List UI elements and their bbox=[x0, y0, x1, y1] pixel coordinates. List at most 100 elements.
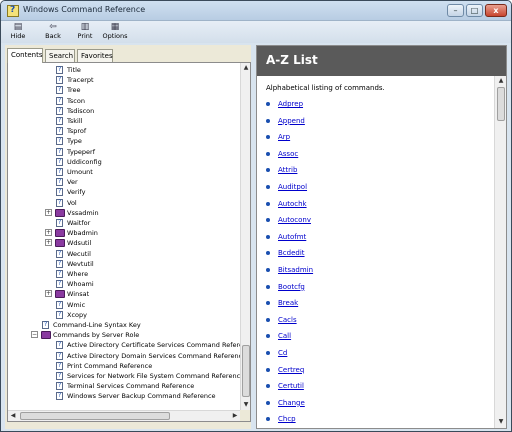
hide-label: Hide bbox=[10, 32, 26, 40]
expand-icon[interactable]: + bbox=[45, 239, 52, 247]
bullet-icon bbox=[266, 317, 270, 322]
tree-item-label: Tskill bbox=[67, 117, 83, 125]
tab-favorites[interactable]: Favorites bbox=[77, 49, 113, 62]
expand-icon[interactable]: + bbox=[45, 229, 52, 237]
minimize-button[interactable]: – bbox=[447, 4, 464, 17]
tree-item[interactable]: Active Directory Certificate Services Co… bbox=[8, 340, 240, 350]
maximize-button[interactable]: □ bbox=[466, 4, 483, 17]
command-link[interactable]: Autofmt bbox=[278, 232, 306, 242]
back-button[interactable]: ⇦ Back bbox=[41, 22, 65, 40]
content-vertical-scrollbar[interactable]: ▲ ▼ bbox=[494, 76, 506, 428]
tree-item[interactable]: Vol bbox=[8, 198, 240, 208]
tree-item-label: Wecutil bbox=[67, 249, 91, 258]
command-link[interactable]: Bcdedit bbox=[278, 248, 305, 258]
title-bar[interactable]: Windows Command Reference – □ x bbox=[1, 1, 511, 21]
expand-icon[interactable]: + bbox=[45, 208, 52, 216]
command-link[interactable]: Chcp bbox=[278, 414, 296, 424]
tree-item[interactable]: Waitfor bbox=[8, 218, 240, 228]
tree-item[interactable]: Uddiconfig bbox=[8, 157, 240, 167]
tree-item[interactable]: + Vssadmin bbox=[8, 208, 240, 218]
content-vertical-thumb[interactable] bbox=[497, 87, 505, 121]
tree-item[interactable]: Services for Network File System Command… bbox=[8, 371, 240, 381]
tree-item[interactable]: Where bbox=[8, 269, 240, 279]
tree-item[interactable]: Whoami bbox=[8, 279, 240, 289]
tree-item-label: Wevtutil bbox=[67, 259, 94, 268]
command-link[interactable]: Append bbox=[278, 116, 305, 126]
tree-vertical-scrollbar[interactable]: ▲ ▼ bbox=[240, 63, 250, 410]
tree-item[interactable]: Tscon bbox=[8, 96, 240, 106]
command-link[interactable]: Cacls bbox=[278, 315, 297, 325]
command-link[interactable]: Change bbox=[278, 398, 305, 408]
command-link[interactable]: Adprep bbox=[278, 99, 303, 109]
tree-item[interactable]: − Commands by Server Role bbox=[8, 330, 240, 340]
tree-item[interactable]: + Wbadmin bbox=[8, 228, 240, 238]
command-link[interactable]: Call bbox=[278, 331, 291, 341]
tree-item[interactable]: Wevtutil bbox=[8, 259, 240, 269]
command-link[interactable]: Attrib bbox=[278, 165, 297, 175]
hide-button[interactable]: ▤ Hide bbox=[7, 22, 29, 40]
bullet-icon bbox=[266, 384, 270, 389]
scroll-left-arrow-icon[interactable]: ◀ bbox=[8, 411, 18, 421]
tree-item[interactable]: Wecutil bbox=[8, 249, 240, 259]
tree-horizontal-scrollbar[interactable]: ◀ ▶ bbox=[8, 410, 240, 421]
tab-search[interactable]: Search bbox=[45, 49, 75, 62]
tree-item[interactable]: Title bbox=[8, 65, 240, 75]
command-link[interactable]: Bitsadmin bbox=[278, 265, 313, 275]
book-icon bbox=[55, 290, 65, 299]
tree-item[interactable]: Xcopy bbox=[8, 310, 240, 320]
tree-item[interactable]: Wmic bbox=[8, 300, 240, 310]
tree-item[interactable]: Terminal Services Command Reference bbox=[8, 381, 240, 391]
help-page-icon bbox=[56, 249, 63, 259]
tree-item[interactable]: Tree bbox=[8, 85, 240, 95]
tree-item[interactable]: Windows Server Backup Command Reference bbox=[8, 391, 240, 401]
back-label: Back bbox=[45, 32, 61, 40]
command-link[interactable]: Assoc bbox=[278, 149, 298, 159]
print-button[interactable]: ▥ Print bbox=[74, 22, 96, 40]
command-link[interactable]: Autoconv bbox=[278, 215, 311, 225]
tree-item[interactable]: Tskill bbox=[8, 116, 240, 126]
expand-icon[interactable]: + bbox=[45, 290, 52, 298]
content-scroll-down-arrow-icon[interactable]: ▼ bbox=[495, 417, 507, 427]
book-icon bbox=[55, 208, 65, 217]
content-scroll-up-arrow-icon[interactable]: ▲ bbox=[495, 76, 507, 86]
command-link[interactable]: Auditpol bbox=[278, 182, 307, 192]
tree-item-label: Vssadmin bbox=[67, 208, 99, 217]
scroll-up-arrow-icon[interactable]: ▲ bbox=[241, 63, 251, 73]
list-item: Certutil bbox=[266, 381, 486, 391]
tree-item[interactable]: Ver bbox=[8, 177, 240, 187]
tree-item[interactable]: Umount bbox=[8, 167, 240, 177]
tree-item[interactable]: Tsprof bbox=[8, 126, 240, 136]
tree-item[interactable]: Tsdiscon bbox=[8, 106, 240, 116]
tree-item[interactable]: Type bbox=[8, 136, 240, 146]
command-link[interactable]: Cd bbox=[278, 348, 287, 358]
tree-item[interactable]: Typeperf bbox=[8, 147, 240, 157]
tree-horizontal-thumb[interactable] bbox=[20, 412, 170, 420]
help-page-icon bbox=[56, 361, 63, 371]
tree-item[interactable]: Command-Line Syntax Key bbox=[8, 320, 240, 330]
command-link[interactable]: Bootcfg bbox=[278, 282, 305, 292]
tree-item[interactable]: + Wdsutil bbox=[8, 238, 240, 248]
bullet-icon bbox=[266, 168, 270, 173]
tree-item[interactable]: + Winsat bbox=[8, 289, 240, 299]
tab-contents[interactable]: Contents bbox=[7, 48, 43, 63]
command-link[interactable]: Certutil bbox=[278, 381, 304, 391]
list-item: Bitsadmin bbox=[266, 265, 486, 275]
collapse-icon[interactable]: − bbox=[31, 331, 38, 339]
command-link[interactable]: Certreq bbox=[278, 365, 304, 375]
command-link[interactable]: Arp bbox=[278, 132, 290, 142]
tree-item-label: Waitfor bbox=[67, 219, 91, 227]
scroll-right-arrow-icon[interactable]: ▶ bbox=[230, 411, 240, 421]
options-button[interactable]: ▦ Options bbox=[101, 22, 129, 40]
tree-item[interactable]: Print Command Reference bbox=[8, 361, 240, 371]
command-link[interactable]: Autochk bbox=[278, 199, 307, 209]
scroll-down-arrow-icon[interactable]: ▼ bbox=[241, 400, 251, 410]
tree-item-label: Windows Server Backup Command Reference bbox=[67, 392, 216, 401]
close-button[interactable]: x bbox=[485, 4, 507, 17]
tree-item[interactable]: Active Directory Domain Services Command… bbox=[8, 351, 240, 361]
bullet-icon bbox=[266, 118, 270, 123]
tree-item[interactable]: Tracerpt bbox=[8, 75, 240, 85]
command-link[interactable]: Break bbox=[278, 298, 298, 308]
tree-item[interactable]: Verify bbox=[8, 187, 240, 197]
tree-vertical-thumb[interactable] bbox=[242, 345, 250, 397]
tree-item-label: Print Command Reference bbox=[67, 361, 153, 370]
